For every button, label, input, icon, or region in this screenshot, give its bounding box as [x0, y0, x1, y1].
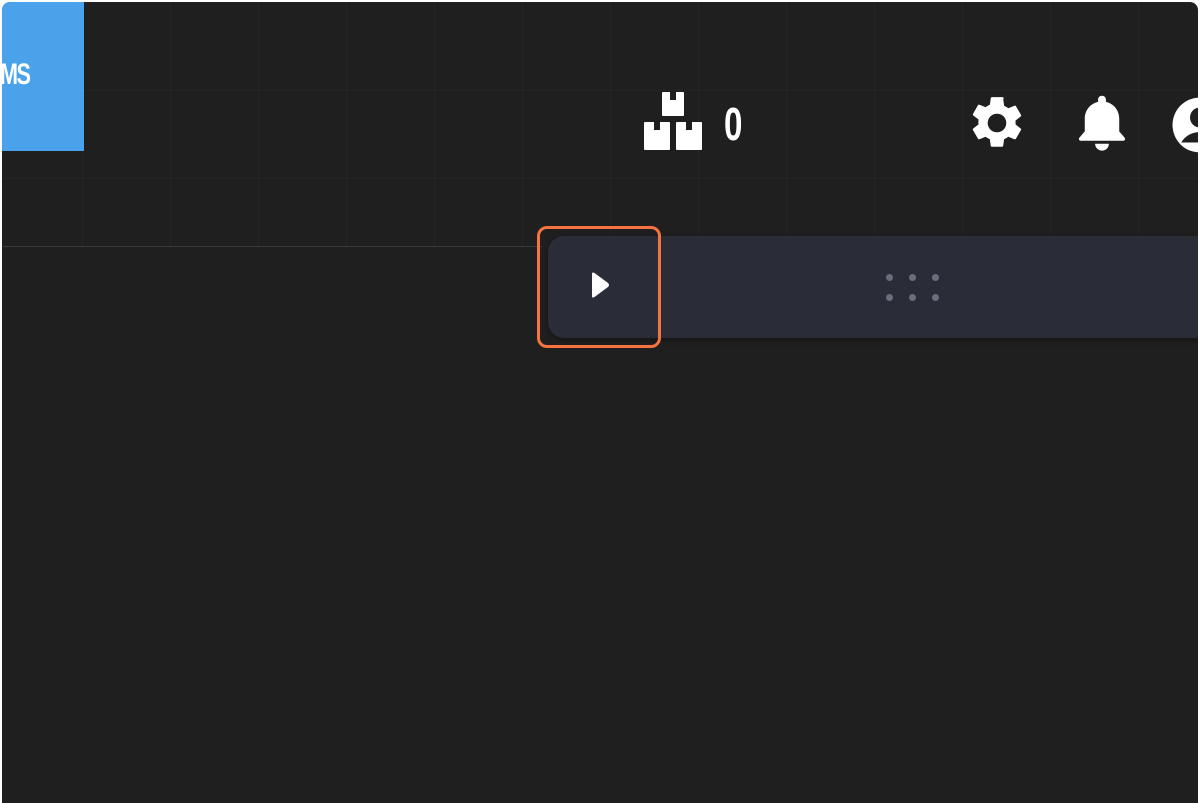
app-window: MS 0	[2, 2, 1198, 803]
gear-icon[interactable]	[966, 92, 1028, 154]
inventory-count: 0	[724, 98, 743, 150]
play-icon	[589, 270, 611, 305]
inventory-counter[interactable]: 0	[640, 91, 750, 157]
bell-icon[interactable]	[1072, 92, 1132, 156]
floating-toolbar	[548, 236, 1198, 338]
user-avatar-icon[interactable]	[1170, 95, 1198, 155]
logo-text: MS	[2, 58, 31, 91]
app-logo[interactable]: MS	[2, 2, 84, 151]
play-button[interactable]	[548, 236, 652, 338]
drag-grip-icon[interactable]	[886, 274, 944, 304]
stacked-boxes-icon	[640, 91, 706, 157]
section-divider	[2, 246, 542, 247]
